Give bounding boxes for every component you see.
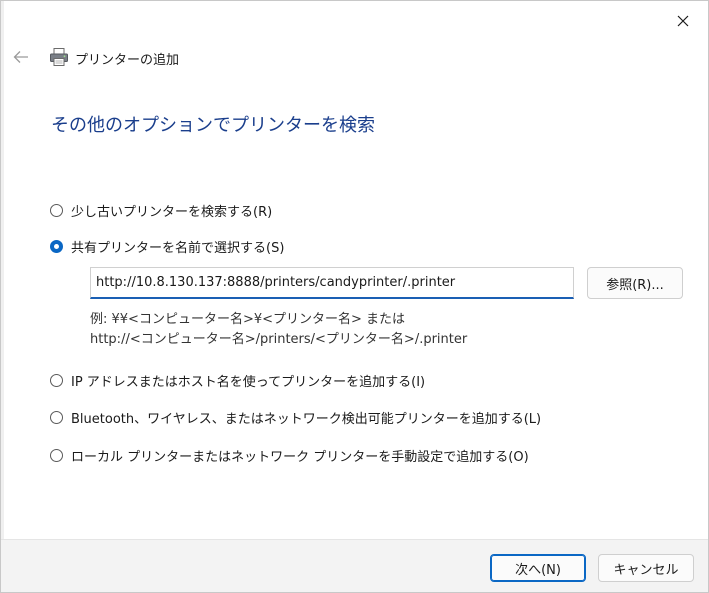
- option-ip-address[interactable]: IP アドレスまたはホスト名を使ってプリンターを追加する(I): [50, 371, 425, 390]
- back-button[interactable]: [11, 47, 31, 67]
- option-local-manual[interactable]: ローカル プリンターまたはネットワーク プリンターを手動設定で追加する(O): [50, 446, 529, 465]
- background-strip: [1, 1, 4, 592]
- example-line-1: 例: ¥¥<コンピューター名>¥<プリンター名> または: [90, 312, 406, 327]
- option-label: 共有プリンターを名前で選択する(S): [71, 241, 285, 256]
- radio-ip-address[interactable]: [50, 374, 63, 387]
- option-label: 少し古いプリンターを検索する(R): [71, 205, 273, 220]
- cancel-button[interactable]: キャンセル: [598, 554, 694, 582]
- window-title: プリンターの追加: [75, 53, 180, 68]
- close-button[interactable]: [666, 7, 700, 35]
- example-line-2: http://<コンピューター名>/printers/<プリンター名>/.pri…: [90, 332, 468, 347]
- shared-printer-url-input[interactable]: [90, 267, 574, 299]
- option-older-printer[interactable]: 少し古いプリンターを検索する(R): [50, 201, 272, 220]
- example-text: 例: ¥¥<コンピューター名>¥<プリンター名> または http://<コンピ…: [90, 310, 467, 350]
- back-arrow-icon: [13, 51, 28, 63]
- option-label: IP アドレスまたはホスト名を使ってプリンターを追加する(I): [71, 375, 426, 390]
- option-label: Bluetooth、ワイヤレス、またはネットワーク検出可能プリンターを追加する(…: [71, 412, 542, 427]
- page-heading: その他のオプションでプリンターを検索: [51, 115, 375, 136]
- option-label: ローカル プリンターまたはネットワーク プリンターを手動設定で追加する(O): [71, 450, 529, 465]
- radio-bluetooth-wireless[interactable]: [50, 411, 63, 424]
- option-shared-printer[interactable]: 共有プリンターを名前で選択する(S): [50, 237, 284, 256]
- option-bluetooth-wireless[interactable]: Bluetooth、ワイヤレス、またはネットワーク検出可能プリンターを追加する(…: [50, 408, 541, 427]
- radio-shared-printer[interactable]: [50, 240, 63, 253]
- browse-button[interactable]: 参照(R)...: [587, 267, 683, 299]
- dialog-footer: 次へ(N) キャンセル: [1, 539, 708, 592]
- radio-local-manual[interactable]: [50, 449, 63, 462]
- close-icon: [677, 15, 689, 27]
- radio-older-printer[interactable]: [50, 204, 63, 217]
- add-printer-dialog: プリンターの追加 その他のオプションでプリンターを検索 少し古いプリンターを検索…: [0, 0, 709, 593]
- next-button[interactable]: 次へ(N): [490, 554, 586, 582]
- printer-icon: [50, 48, 68, 66]
